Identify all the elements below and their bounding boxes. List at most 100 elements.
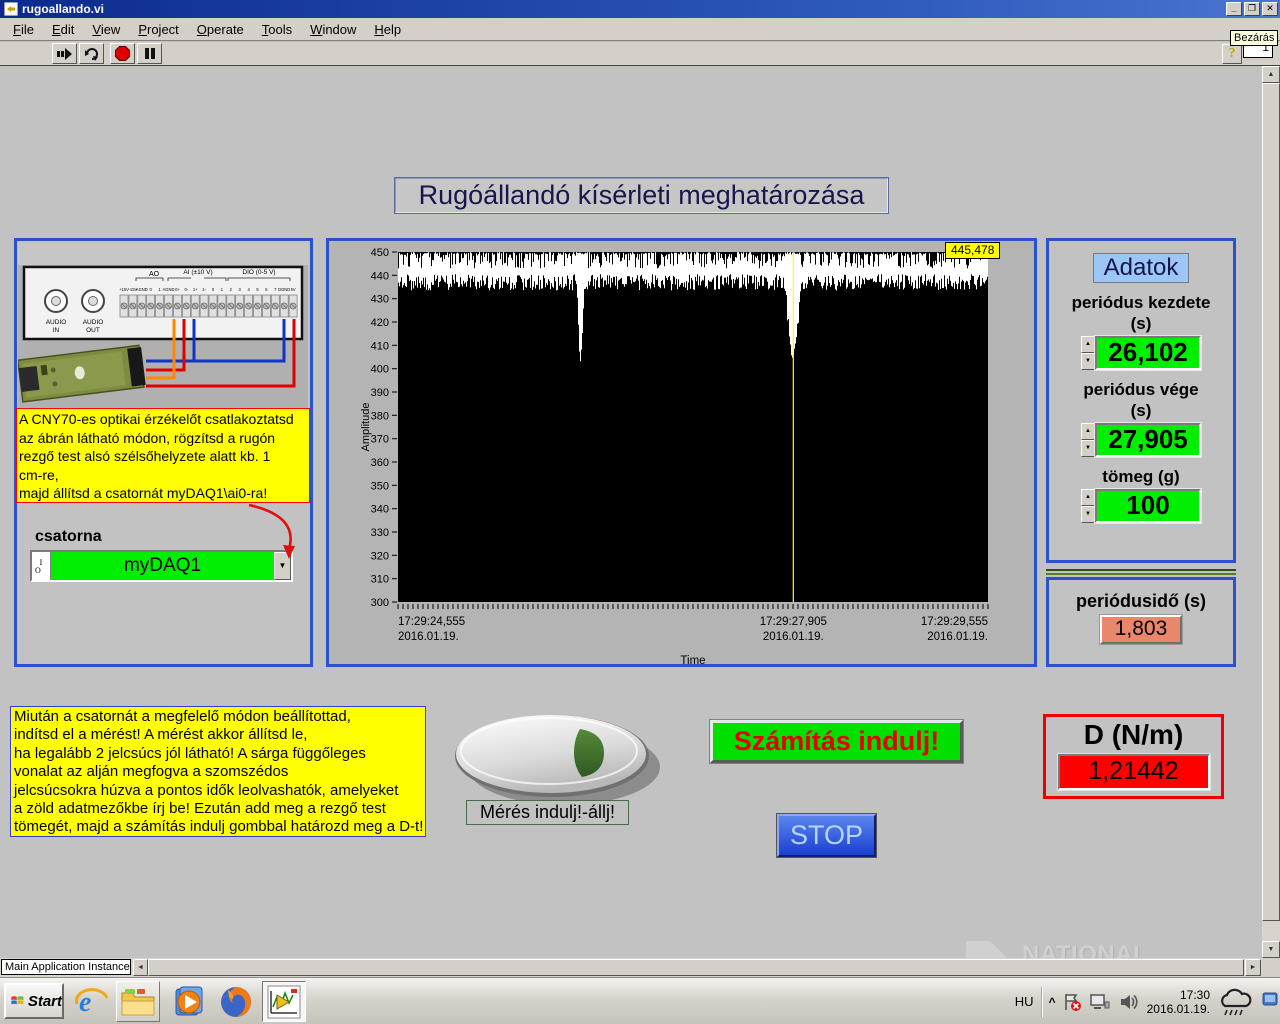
tray-separator: [1041, 987, 1042, 1017]
svg-text:440: 440: [371, 270, 389, 282]
screen: { "colors": { "accent_blue": "#2a52cc", …: [0, 0, 1280, 1024]
period-start-field[interactable]: 26,102: [1095, 336, 1201, 370]
abort-button[interactable]: [110, 43, 135, 64]
mydaq-wiring-image: AUDIO IN AUDIO OUT +15V-15VAGND01AGND0+0…: [18, 243, 308, 408]
stop-octagon-icon: [115, 46, 130, 61]
menu-edit[interactable]: Edit: [43, 19, 83, 40]
taskbar-clock[interactable]: 17:30 2016.01.19.: [1147, 988, 1210, 1016]
menu-window[interactable]: Window: [301, 19, 365, 40]
weather-icon[interactable]: [1217, 986, 1255, 1018]
mass-label: tömeg (g): [1049, 466, 1233, 487]
menu-help[interactable]: Help: [365, 19, 410, 40]
menu-operate[interactable]: Operate: [188, 19, 253, 40]
stop-button[interactable]: STOP: [777, 814, 876, 857]
vertical-scrollbar[interactable]: ▲ ▼: [1262, 66, 1280, 958]
svg-text:450: 450: [371, 247, 389, 259]
svg-text:17:29:27,905: 17:29:27,905: [760, 616, 827, 628]
svg-text:410: 410: [371, 340, 389, 352]
minimize-button[interactable]: _: [1226, 2, 1242, 16]
label-ao: AO: [149, 271, 160, 278]
scroll-right-button[interactable]: ►: [1245, 959, 1261, 976]
svg-text:AGND: AGND: [163, 287, 175, 292]
run-button[interactable]: [52, 43, 77, 64]
instruction-note-2: Miután a csatornát a megfelelő módon beá…: [10, 706, 426, 837]
svg-text:DGND: DGND: [278, 287, 290, 292]
channel-label: csatorna: [35, 528, 102, 546]
channel-value[interactable]: myDAQ1: [51, 552, 274, 580]
io-glyph: IO: [32, 552, 51, 580]
svg-text:17:29:29,555: 17:29:29,555: [921, 616, 988, 628]
run-continuous-button[interactable]: [79, 43, 104, 64]
period-time-field: 1,803: [1100, 615, 1182, 644]
spring-constant-box: D (N/m) 1,21442: [1043, 714, 1224, 799]
svg-text:390: 390: [371, 387, 389, 399]
internet-explorer-icon: e: [74, 984, 110, 1020]
svg-text:5V: 5V: [291, 287, 296, 292]
svg-text:380: 380: [371, 410, 389, 422]
vscroll-thumb[interactable]: [1262, 83, 1280, 921]
sensor-setup-panel: AUDIO IN AUDIO OUT +15V-15VAGND01AGND0+0…: [14, 238, 313, 667]
close-tooltip: Bezárás: [1230, 30, 1278, 46]
system-tray: HU ^ 17:30 2016.01.19.: [1015, 978, 1278, 1024]
svg-text:360: 360: [371, 457, 389, 469]
scroll-left-button[interactable]: ◄: [133, 959, 148, 976]
close-button[interactable]: ✕: [1262, 2, 1278, 16]
mass-spinner[interactable]: ▲▼: [1081, 489, 1095, 523]
menu-tools[interactable]: Tools: [253, 19, 301, 40]
svg-text:2016.01.19.: 2016.01.19.: [927, 631, 988, 643]
pause-button[interactable]: [137, 43, 162, 64]
menu-project[interactable]: Project: [129, 19, 187, 40]
period-start-spinner[interactable]: ▲▼: [1081, 336, 1095, 370]
front-panel: Rugóállandó kísérleti meghatározása AUDI…: [0, 66, 1262, 958]
svg-text:OUT: OUT: [86, 327, 100, 334]
action-center-flag-icon[interactable]: [1062, 992, 1082, 1012]
taskbar-item-ie[interactable]: e: [70, 981, 114, 1022]
svg-text:420: 420: [371, 317, 389, 329]
language-indicator[interactable]: HU: [1015, 994, 1034, 1009]
folder-icon: [120, 985, 156, 1019]
waveform-chart[interactable]: 4504404304204104003903803703603503403303…: [326, 238, 1037, 667]
media-player-icon: [170, 984, 206, 1020]
data-panel-title: Adatok: [1093, 253, 1189, 283]
svg-text:430: 430: [371, 294, 389, 306]
taskbar-item-wmp[interactable]: [166, 981, 210, 1022]
pause-icon: [144, 47, 156, 60]
svg-text:17:29:24,555: 17:29:24,555: [398, 616, 465, 628]
label-dio: DIO (0-5 V): [242, 269, 275, 276]
app-instance-label[interactable]: Main Application Instance: [1, 959, 131, 975]
scroll-down-button[interactable]: ▼: [1262, 941, 1280, 958]
menu-bar: File Edit View Project Operate Tools Win…: [0, 18, 1280, 41]
chart-canvas[interactable]: 4504404304204104003903803703603503403303…: [329, 241, 1034, 664]
calculate-button[interactable]: Számítás indulj!: [710, 720, 963, 763]
period-end-spinner[interactable]: ▲▼: [1081, 423, 1095, 457]
label-ai: AI (±10 V): [183, 269, 212, 276]
period-result-panel: periódusidő (s) 1,803: [1046, 577, 1236, 667]
svg-text:AGND: AGND: [136, 287, 148, 292]
mass-field[interactable]: 100: [1095, 489, 1201, 523]
svg-text:400: 400: [371, 364, 389, 376]
menu-view[interactable]: View: [83, 19, 129, 40]
show-desktop-icon[interactable]: [1262, 985, 1278, 1019]
title-bar[interactable]: rugoallando.vi _ ❐ ✕: [0, 0, 1280, 18]
hscroll-thumb[interactable]: [148, 959, 1244, 976]
menu-file[interactable]: File: [4, 19, 43, 40]
labview-taskbar-icon: [267, 985, 301, 1019]
tray-chevron-icon[interactable]: ^: [1049, 995, 1055, 1009]
svg-text:2016.01.19.: 2016.01.19.: [398, 631, 459, 643]
green-divider: [1046, 569, 1236, 575]
period-end-field[interactable]: 27,905: [1095, 423, 1201, 457]
network-icon[interactable]: [1089, 992, 1111, 1012]
start-button[interactable]: Start: [4, 983, 64, 1019]
taskbar-item-labview[interactable]: [262, 981, 306, 1022]
taskbar-item-explorer[interactable]: [116, 981, 160, 1022]
run-continuous-icon: [84, 46, 100, 61]
firefox-icon: [218, 984, 254, 1020]
period-time-label: periódusidő (s): [1049, 591, 1233, 612]
volume-icon[interactable]: [1118, 992, 1140, 1012]
scroll-up-button[interactable]: ▲: [1262, 66, 1280, 83]
taskbar-item-firefox[interactable]: [214, 981, 258, 1022]
restore-button[interactable]: ❐: [1244, 2, 1260, 16]
page-title: Rugóállandó kísérleti meghatározása: [395, 178, 888, 213]
windows-logo-icon: [10, 991, 25, 1011]
context-help-button[interactable]: ?: [1222, 44, 1242, 64]
